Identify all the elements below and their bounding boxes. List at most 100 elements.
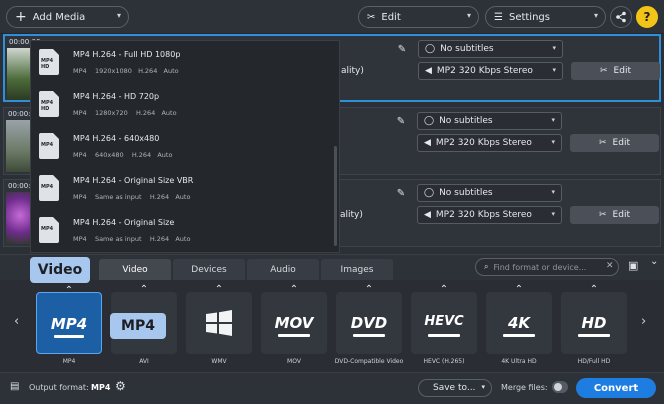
rename-pen-icon[interactable]: ✎ <box>391 40 413 58</box>
preset-item[interactable]: MP4 HD MP4 H.264 - HD 720p MP4 1280x720 … <box>31 83 333 125</box>
chevron-up-icon[interactable]: ⌃ <box>37 285 101 296</box>
chevron-up-icon[interactable]: ⌃ <box>411 284 477 295</box>
format-card-mov[interactable]: ⌃ MOV <box>261 284 327 354</box>
format-card-hd[interactable]: ⌃ HD <box>561 284 627 354</box>
preset-meta: MP4 1280x720 H.264 Auto <box>73 109 177 117</box>
output-file-icon: ▤ <box>10 381 20 392</box>
share-icon <box>616 11 626 23</box>
logo-underline <box>578 334 610 337</box>
chevron-down-icon: ▾ <box>551 116 555 124</box>
device-detect-icon[interactable]: ▣ <box>628 259 638 272</box>
subtitles-select[interactable]: ◯ No subtitles ▾ <box>418 40 563 58</box>
gallery-right-arrow-icon[interactable]: › <box>641 314 646 329</box>
add-media-button[interactable]: + Add Media ▾ <box>6 6 129 28</box>
preset-item[interactable]: MP4 MP4 H.264 - Original Size VBR MP4 Sa… <box>31 167 333 209</box>
sliders-icon: ☰ <box>494 11 503 23</box>
subtitles-value: No subtitles <box>439 116 493 126</box>
preset-item[interactable]: MP4 MP4 H.264 - 640x480 MP4 640x480 H.26… <box>31 125 333 167</box>
subtitles-select[interactable]: ◯ No subtitles ▾ <box>417 184 562 202</box>
chevron-down-icon: ▾ <box>466 11 471 20</box>
chevron-down-icon: ▾ <box>481 383 485 391</box>
mov-logo: MOV <box>274 314 314 332</box>
audio-track-select[interactable]: ◀ MP2 320 Kbps Stereo ▾ <box>417 134 562 152</box>
chevron-down-icon: ▾ <box>116 11 121 20</box>
format-label: MOV <box>287 358 301 365</box>
format-card-hevc[interactable]: ⌃ HEVC <box>411 284 477 354</box>
chevron-up-icon[interactable]: ⌃ <box>261 284 327 295</box>
subtitles-select[interactable]: ◯ No subtitles ▾ <box>417 112 562 130</box>
speech-bubble-icon: ◯ <box>424 116 435 126</box>
tools-icon: ✂ <box>600 66 608 76</box>
top-toolbar: + Add Media ▾ ✂ Edit ▾ ☰ Settings ▾ ? <box>0 0 664 34</box>
preset-title: MP4 H.264 - HD 720p <box>73 92 160 101</box>
tab-devices[interactable]: Devices <box>173 259 245 281</box>
help-button[interactable]: ? <box>636 6 658 28</box>
video-file-icon: MP4 HD <box>39 91 59 117</box>
help-icon: ? <box>643 10 651 24</box>
edit-menu-button[interactable]: ✂ Edit ▾ <box>358 6 479 28</box>
share-button[interactable] <box>610 6 632 28</box>
chevron-down-icon: ▾ <box>593 11 598 20</box>
chevron-up-icon[interactable]: ⌃ <box>486 284 552 295</box>
search-icon: ⌕ <box>484 262 489 271</box>
windows-logo-icon <box>206 310 232 336</box>
edit-file-button[interactable]: ✂ Edit <box>571 62 660 80</box>
search-clear-icon[interactable]: ✕ <box>606 261 614 271</box>
save-to-button[interactable]: Save to... ▾ <box>418 379 492 397</box>
format-card-mp4[interactable]: ⌃ MP4 <box>36 285 102 354</box>
video-file-icon: MP4 HD <box>39 49 59 75</box>
preset-title: MP4 H.264 - 640x480 <box>73 134 160 143</box>
format-card-4k[interactable]: ⌃ 4K <box>486 284 552 354</box>
format-search-input[interactable]: ⌕ Find format or device... <box>475 258 619 276</box>
audio-track-select[interactable]: ◀ MP2 320 Kbps Stereo ▾ <box>418 62 563 80</box>
search-placeholder: Find format or device... <box>493 262 587 272</box>
chevron-up-icon[interactable]: ⌃ <box>336 284 402 295</box>
collapse-chevron-icon[interactable]: ⌄ <box>650 256 658 267</box>
quality-value[interactable]: ality) <box>341 66 364 76</box>
gear-icon[interactable]: ⚙ <box>115 379 126 393</box>
4k-logo: 4K <box>507 314 531 332</box>
video-file-icon: MP4 <box>39 133 59 159</box>
edit-file-label: Edit <box>613 66 631 76</box>
preset-item[interactable]: MP4 HD MP4 H.264 - Full HD 1080p MP4 192… <box>31 41 333 83</box>
settings-label: Settings <box>508 11 550 23</box>
tab-video[interactable]: Video <box>99 259 171 281</box>
tab-audio[interactable]: Audio <box>247 259 319 281</box>
format-card-dvd[interactable]: ⌃ DVD <box>336 284 402 354</box>
chevron-up-icon[interactable]: ⌃ <box>561 284 627 295</box>
dropdown-scrollbar[interactable] <box>334 146 337 246</box>
edit-file-button[interactable]: ✂ Edit <box>570 206 659 224</box>
hevc-logo: HEVC <box>424 314 464 329</box>
format-label: DVD-Compatible Video <box>334 358 404 365</box>
preset-dropdown: MP4 HD MP4 H.264 - Full HD 1080p MP4 192… <box>30 40 340 253</box>
merge-files-toggle[interactable] <box>552 381 568 393</box>
edit-file-button[interactable]: ✂ Edit <box>570 134 659 152</box>
chevron-up-icon[interactable]: ⌃ <box>111 284 177 295</box>
quality-value[interactable]: ality) <box>340 210 363 220</box>
speech-bubble-icon: ◯ <box>425 44 436 54</box>
preset-title: MP4 H.264 - Original Size VBR <box>73 176 194 185</box>
chevron-down-icon: ▾ <box>552 66 556 74</box>
settings-button[interactable]: ☰ Settings ▾ <box>485 6 606 28</box>
tab-images[interactable]: Images <box>321 259 393 281</box>
gallery-left-arrow-icon[interactable]: ‹ <box>14 314 19 329</box>
logo-underline <box>428 334 460 337</box>
video-file-icon: MP4 <box>39 217 59 243</box>
audio-track-select[interactable]: ◀ MP2 320 Kbps Stereo ▾ <box>417 206 562 224</box>
logo-underline <box>353 334 385 337</box>
tools-icon: ✂ <box>367 11 376 23</box>
speaker-icon: ◀ <box>424 210 431 220</box>
rename-pen-icon[interactable]: ✎ <box>390 112 412 130</box>
format-label: HEVC (H.265) <box>423 358 465 365</box>
convert-button[interactable]: Convert <box>576 378 656 398</box>
video-file-icon: MP4 <box>39 175 59 201</box>
preset-meta: MP4 1920x1080 H.264 Auto <box>73 67 179 75</box>
format-card-wmv[interactable]: ⌃ <box>186 284 252 354</box>
preset-item[interactable]: MP4 MP4 H.264 - Original Size MP4 Same a… <box>31 209 333 251</box>
preset-title: MP4 H.264 - Original Size <box>73 218 175 227</box>
rename-pen-icon[interactable]: ✎ <box>390 184 412 202</box>
chevron-down-icon: ▾ <box>551 188 555 196</box>
format-label: 4K Ultra HD <box>501 358 537 365</box>
chevron-up-icon[interactable]: ⌃ <box>186 284 252 295</box>
save-to-label: Save to... <box>433 383 476 393</box>
